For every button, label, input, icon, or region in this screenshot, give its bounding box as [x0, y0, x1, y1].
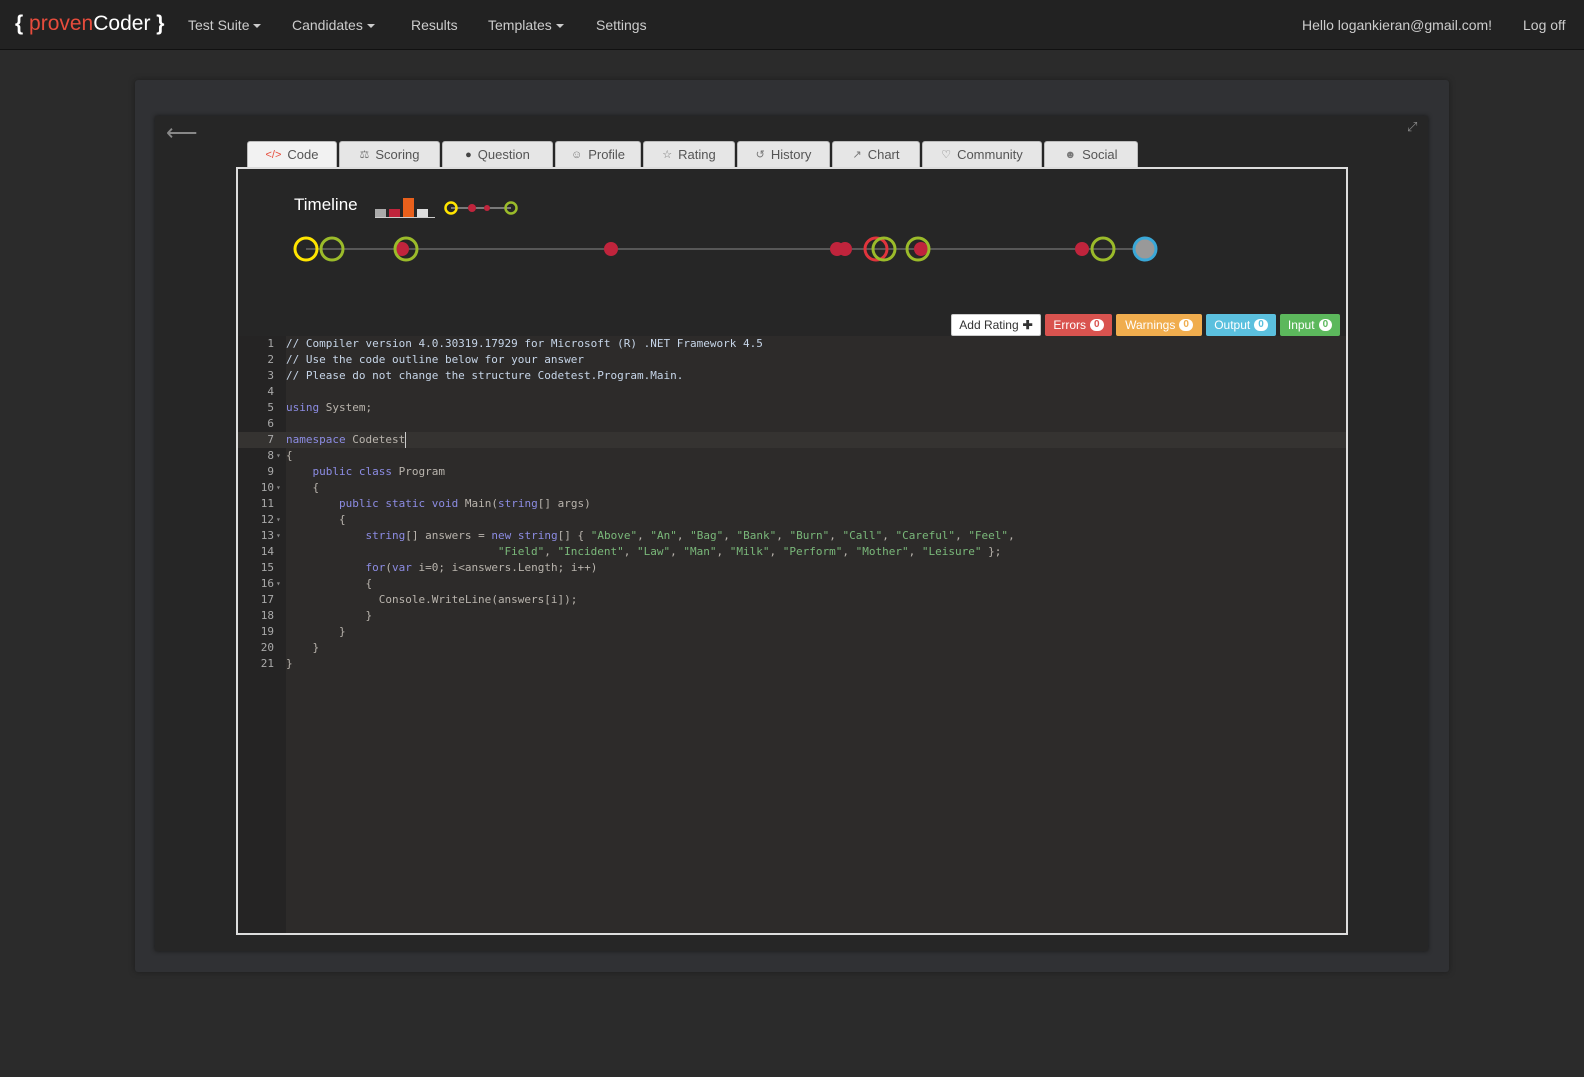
errors-button[interactable]: Errors 0 — [1045, 314, 1112, 336]
fold-arrow-icon[interactable]: ▾ — [276, 448, 281, 464]
line-number: 4 — [267, 385, 274, 398]
fold-arrow-icon[interactable]: ▾ — [276, 528, 281, 544]
code-text: } — [286, 657, 293, 670]
code-line[interactable]: 4 — [238, 384, 1346, 400]
line-number: 10 — [260, 481, 274, 494]
code-text: } — [286, 609, 373, 622]
code-text: namespace Codetest — [286, 432, 407, 448]
code-line[interactable]: 9 public class Program — [238, 464, 1346, 480]
code-text: // Compiler version 4.0.30319.17929 for … — [286, 337, 763, 350]
plus-icon: ✚ — [1022, 318, 1033, 332]
line-number: 2 — [267, 353, 274, 366]
line-number: 8 — [267, 449, 274, 462]
add-rating-button[interactable]: Add Rating ✚ — [951, 314, 1041, 336]
line-number: 13 — [260, 529, 274, 542]
line-number: 11 — [260, 497, 274, 510]
line-number: 17 — [260, 593, 274, 606]
code-line[interactable]: 1 // Compiler version 4.0.30319.17929 for… — [238, 336, 1346, 352]
code-line[interactable]: 12 ▾ { — [238, 512, 1346, 528]
code-text: { — [286, 577, 373, 590]
code-line[interactable]: 10 ▾ { — [238, 480, 1346, 496]
code-text: public class Program — [312, 465, 445, 478]
code-line[interactable]: 21} — [238, 656, 1346, 672]
line-number: 19 — [260, 625, 274, 638]
line-number: 14 — [260, 545, 274, 558]
code-line[interactable]: 2 // Use the code outline below for your … — [238, 352, 1346, 368]
timeline-error-node[interactable] — [914, 242, 928, 256]
code-line[interactable]: 3 // Please do not change the structure C… — [238, 368, 1346, 384]
line-number: 21 — [260, 657, 274, 670]
line-number: 1 — [267, 337, 274, 350]
input-count-badge: 0 — [1318, 319, 1333, 331]
errors-count-badge: 0 — [1090, 319, 1104, 331]
line-number: 6 — [267, 417, 274, 430]
code-text: using System; — [286, 401, 373, 414]
code-line[interactable]: 15 for(var i=0; i<answers.Length; i++) — [238, 560, 1346, 576]
code-line[interactable]: 14 "Field", "Incident", "Law", "Man", "M… — [238, 544, 1346, 560]
code-line[interactable]: 6 — [238, 416, 1346, 432]
code-editor[interactable]: 1 // Compiler version 4.0.30319.17929 for… — [238, 336, 1346, 933]
timeline-error-node[interactable] — [1075, 242, 1089, 256]
code-text: } — [286, 641, 320, 654]
code-line[interactable]: 17 Console.WriteLine(answers[i]); — [238, 592, 1346, 608]
line-number: 16 — [260, 577, 274, 590]
line-number: 20 — [260, 641, 274, 654]
warnings-button[interactable]: Warnings 0 — [1116, 314, 1202, 336]
input-button[interactable]: Input 0 — [1280, 314, 1340, 336]
code-line[interactable]: 13 ▾ string[] answers = new string[] { "A… — [238, 528, 1346, 544]
code-text: Console.WriteLine(answers[i]); — [378, 593, 578, 606]
code-line[interactable]: 7 namespace Codetest — [238, 432, 1346, 448]
legend-error-node — [468, 204, 476, 212]
line-number: 9 — [267, 465, 274, 478]
code-text: // Use the code outline below for your a… — [286, 353, 585, 366]
code-text: } — [286, 625, 346, 638]
code-line[interactable]: 16 ▾ { — [238, 576, 1346, 592]
code-line[interactable]: 18 } — [238, 608, 1346, 624]
timeline-current-node[interactable] — [1132, 236, 1158, 262]
code-text: for(var i=0; i<answers.Length; i++) — [365, 561, 598, 574]
line-number: 15 — [260, 561, 274, 574]
line-number: 3 — [267, 369, 274, 382]
output-count-badge: 0 — [1254, 319, 1268, 331]
code-text: { — [286, 513, 346, 526]
line-number: 5 — [267, 401, 274, 414]
code-text: { — [286, 481, 320, 494]
code-text: "Field", "Incident", "Law", "Man", "Milk… — [497, 545, 1002, 558]
line-number: 12 — [260, 513, 274, 526]
code-text: // Please do not change the structure Co… — [286, 369, 684, 382]
code-line[interactable]: 5 using System; — [238, 400, 1346, 416]
code-text: public static void Main(string[] args) — [338, 497, 591, 510]
code-line[interactable]: 19 } — [238, 624, 1346, 640]
fold-arrow-icon[interactable]: ▾ — [276, 576, 281, 592]
legend-error-node — [484, 205, 490, 211]
code-text: { — [286, 449, 293, 462]
code-text: string[] answers = new string[] { "Above… — [365, 529, 1015, 542]
fold-arrow-icon[interactable]: ▾ — [276, 512, 281, 528]
line-number: 7 — [267, 433, 274, 446]
code-line[interactable]: 8 ▾ { — [238, 448, 1346, 464]
warnings-count-badge: 0 — [1179, 319, 1193, 331]
timeline-error-node[interactable] — [838, 242, 852, 256]
output-button[interactable]: Output 0 — [1206, 314, 1276, 336]
line-number: 18 — [260, 609, 274, 622]
code-line[interactable]: 11 public static void Main(string[] args… — [238, 496, 1346, 512]
code-line[interactable]: 20 } — [238, 640, 1346, 656]
timeline-error-node[interactable] — [604, 242, 618, 256]
fold-arrow-icon[interactable]: ▾ — [276, 480, 281, 496]
